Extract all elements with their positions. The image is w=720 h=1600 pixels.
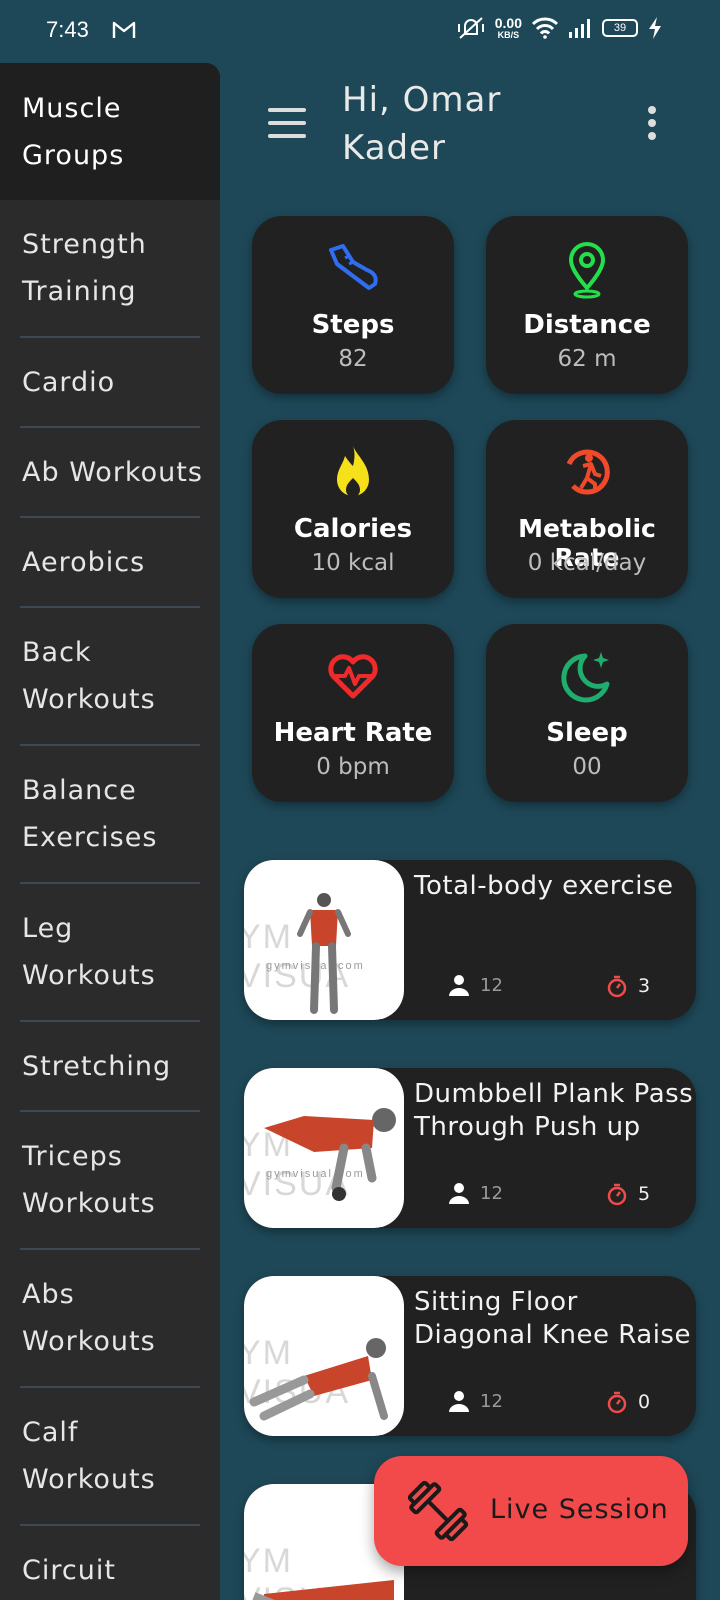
exercise-thumbnail: YM VISUA gymvisual.com	[244, 860, 404, 1020]
exercise-thumbnail: YM VISUA	[244, 1276, 404, 1436]
wifi-icon	[532, 17, 558, 39]
exercise-name: Total-body exercise	[414, 871, 674, 901]
drawer-item-calf-workouts[interactable]: Calf Workouts	[20, 1388, 200, 1526]
stat-title: Calories	[293, 514, 413, 544]
more-options-icon[interactable]	[648, 106, 656, 140]
exercise-card[interactable]: YM VISUA gymvisual.com Total-body exerci…	[244, 860, 696, 1020]
drawer-item-abs-workouts[interactable]: Abs Workouts	[20, 1250, 200, 1388]
stat-card-sleep[interactable]: Sleep 00	[486, 624, 688, 802]
location-pin-icon	[568, 242, 606, 299]
drawer-item-strength-training[interactable]: Strength Training	[20, 200, 200, 338]
network-speed: 0.00 KB/S	[495, 16, 522, 40]
category-drawer: Muscle Groups Strength Training Cardio A…	[0, 63, 220, 1600]
menu-icon[interactable]	[268, 108, 306, 138]
stat-value: 0 bpm	[316, 754, 390, 780]
status-time: 7:43	[46, 17, 89, 42]
charging-icon	[649, 17, 661, 39]
net-speed-unit: KB/S	[497, 30, 520, 40]
drawer-item-stretching[interactable]: Stretching	[20, 1022, 200, 1112]
drawer-item-circuit[interactable]: Circuit	[20, 1526, 200, 1600]
timer: 5	[606, 1182, 650, 1206]
stat-card-metabolic-rate[interactable]: Metabolic Rate 0 kcal/day	[486, 420, 688, 598]
drawer-item-label: Triceps Workouts	[22, 1141, 156, 1219]
stat-value: 0 kcal/day	[527, 550, 647, 576]
timer-icon	[607, 1391, 627, 1414]
drawer-item-back-workouts[interactable]: Back Workouts	[20, 608, 200, 746]
stat-card-distance[interactable]: Distance 62 m	[486, 216, 688, 394]
drawer-item-label: Strength Training	[22, 229, 147, 307]
stat-value: 00	[572, 754, 602, 780]
stat-value: 82	[338, 346, 368, 372]
stat-card-steps[interactable]: Steps 82	[252, 216, 454, 394]
exercise-figure-icon	[297, 893, 351, 1014]
participants-count: 12	[480, 1182, 503, 1204]
drawer-item-leg-workouts[interactable]: Leg Workouts	[20, 884, 200, 1022]
timer: 3	[606, 974, 650, 998]
exercise-figure-icon	[264, 1108, 396, 1201]
participants-count: 12	[480, 1390, 503, 1412]
timer-value: 3	[638, 975, 651, 997]
timer-icon	[607, 975, 627, 998]
battery-icon: 39	[602, 19, 638, 37]
person-icon	[449, 1391, 469, 1412]
drawer-item-label: Muscle Groups	[22, 92, 125, 171]
drawer-item-cardio[interactable]: Cardio	[20, 338, 200, 428]
battery-level: 39	[613, 22, 627, 34]
exercise-name: Dumbbell Plank Pass Through Push up	[414, 1079, 694, 1142]
signal-icon	[569, 19, 590, 38]
live-session-label: Live Session	[490, 1494, 669, 1525]
flame-icon	[337, 446, 369, 497]
stat-value: 10 kcal	[311, 550, 395, 576]
moon-icon	[561, 652, 610, 703]
shoe-icon	[329, 244, 378, 290]
timer: 0	[606, 1390, 650, 1414]
timer-icon	[607, 1183, 627, 1206]
drawer-item-triceps-workouts[interactable]: Triceps Workouts	[20, 1112, 200, 1250]
drawer-item-label: Circuit	[22, 1554, 116, 1586]
participants: 12	[448, 974, 503, 996]
drawer-item-label: Stretching	[22, 1050, 172, 1082]
exercise-thumbnail: YM VISUA gymvisual.com	[244, 1068, 404, 1228]
gmail-icon	[112, 21, 136, 38]
status-bar: 7:43 0.00 KB/S 39	[0, 0, 720, 64]
status-icons: 0.00 KB/S 39	[457, 16, 662, 40]
stat-title: Distance	[523, 310, 651, 340]
dumbbell-icon	[407, 1480, 469, 1542]
timer-value: 0	[638, 1391, 651, 1413]
mute-vibrate-icon	[457, 17, 484, 39]
live-session-button[interactable]: Live Session	[374, 1456, 688, 1566]
drawer-item-label: Calf Workouts	[22, 1417, 156, 1495]
drawer-item-label: Back Workouts	[22, 637, 156, 715]
exercise-card[interactable]: YM VISUA gymvisual.com Dumbbell Plank Pa…	[244, 1068, 696, 1228]
heart-pulse-icon	[328, 654, 378, 699]
participants-count: 12	[480, 974, 503, 996]
timer-value: 5	[638, 1183, 651, 1205]
participants: 12	[448, 1182, 503, 1204]
person-icon	[449, 1183, 469, 1204]
stat-card-heart-rate[interactable]: Heart Rate 0 bpm	[252, 624, 454, 802]
person-icon	[449, 975, 469, 996]
stat-card-calories[interactable]: Calories 10 kcal	[252, 420, 454, 598]
runner-icon	[566, 449, 610, 495]
drawer-item-muscle-groups[interactable]: Muscle Groups	[0, 63, 220, 200]
stat-title: Steps	[311, 310, 395, 340]
drawer-item-label: Leg Workouts	[22, 913, 156, 991]
stat-title: Heart Rate	[273, 718, 433, 748]
exercise-figure-icon	[249, 1338, 388, 1421]
drawer-item-label: Balance Exercises	[22, 775, 158, 853]
drawer-item-label: Cardio	[22, 366, 116, 398]
drawer-item-label: Abs Workouts	[22, 1279, 156, 1357]
exercise-card[interactable]: YM VISUA Sitting Floor Diagonal Knee Rai…	[244, 1276, 696, 1436]
stat-title: Sleep	[546, 718, 628, 748]
net-speed-value: 0.00	[494, 15, 522, 31]
greeting-title: Hi, Omar Kader	[342, 80, 502, 168]
stat-value: 62 m	[557, 346, 617, 372]
participants: 12	[448, 1390, 503, 1412]
drawer-item-label: Ab Workouts	[22, 456, 203, 488]
drawer-item-label: Aerobics	[22, 546, 146, 578]
exercise-name: Sitting Floor Diagonal Knee Raise	[414, 1287, 691, 1350]
drawer-item-ab-workouts[interactable]: Ab Workouts	[20, 428, 203, 518]
drawer-item-balance-exercises[interactable]: Balance Exercises	[20, 746, 200, 884]
drawer-item-aerobics[interactable]: Aerobics	[20, 518, 200, 608]
